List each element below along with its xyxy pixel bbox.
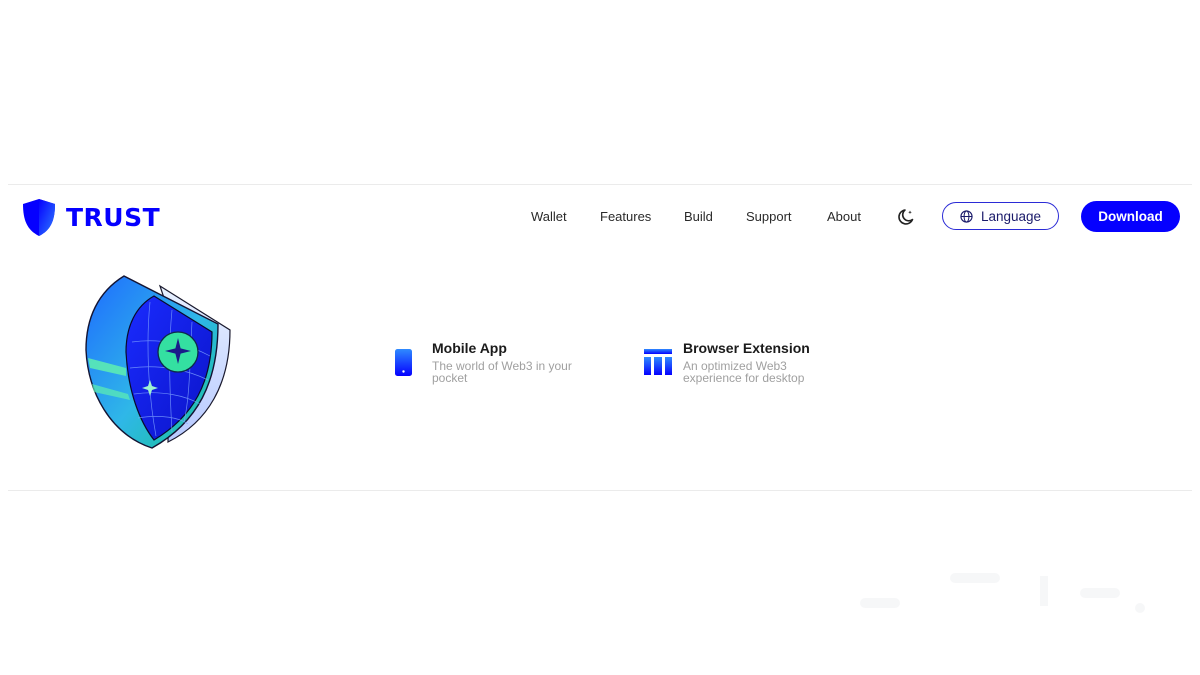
header-top-divider bbox=[8, 184, 1192, 185]
globe-icon bbox=[960, 209, 973, 223]
moon-icon[interactable] bbox=[896, 207, 916, 227]
nav-item-wallet[interactable]: Wallet bbox=[531, 206, 567, 228]
browser-extension-icon bbox=[644, 349, 672, 375]
dropdown-bottom-divider bbox=[8, 490, 1192, 491]
page: TRUST Wallet Features Build Support Abou… bbox=[0, 0, 1200, 675]
phone-icon bbox=[395, 349, 412, 376]
nav-item-about[interactable]: About bbox=[827, 206, 861, 228]
download-button[interactable]: Download bbox=[1081, 201, 1180, 232]
product-mobile-app[interactable]: Mobile App The world of Web3 in your poc… bbox=[392, 340, 602, 400]
brand-wordmark: TRUST bbox=[66, 202, 161, 232]
product-title: Mobile App bbox=[432, 340, 507, 356]
shield-icon bbox=[23, 198, 55, 236]
product-description: An optimized Web3 experience for desktop bbox=[683, 359, 805, 385]
product-browser-extension[interactable]: Browser Extension An optimized Web3 expe… bbox=[643, 340, 843, 400]
nav-item-features[interactable]: Features bbox=[600, 206, 651, 228]
shield-illustration bbox=[85, 275, 231, 449]
nav-item-support[interactable]: Support bbox=[746, 206, 792, 228]
product-title: Browser Extension bbox=[683, 340, 810, 356]
watermark-graphic bbox=[860, 573, 1145, 613]
language-button[interactable]: Language bbox=[942, 202, 1059, 230]
brand-logo[interactable]: TRUST bbox=[22, 197, 160, 237]
nav-item-build[interactable]: Build bbox=[684, 206, 713, 228]
product-description: The world of Web3 in your pocket bbox=[432, 359, 572, 385]
site-header: TRUST Wallet Features Build Support Abou… bbox=[0, 194, 1200, 240]
language-button-label: Language bbox=[980, 208, 1042, 224]
